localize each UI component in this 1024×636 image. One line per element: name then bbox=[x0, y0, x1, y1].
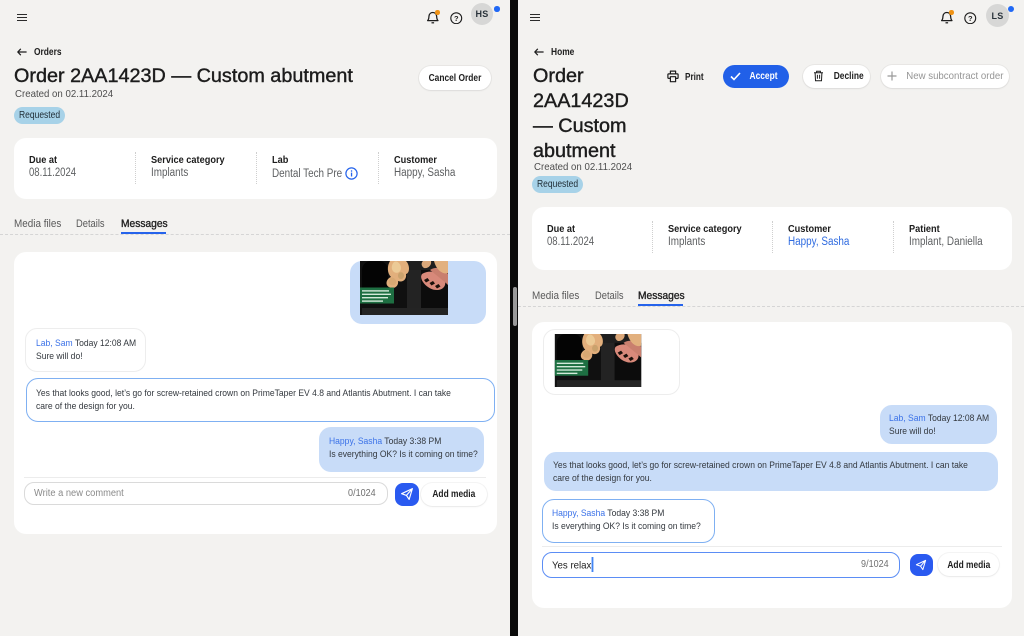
svg-text:?: ? bbox=[968, 13, 973, 22]
svg-text:?: ? bbox=[454, 13, 459, 22]
